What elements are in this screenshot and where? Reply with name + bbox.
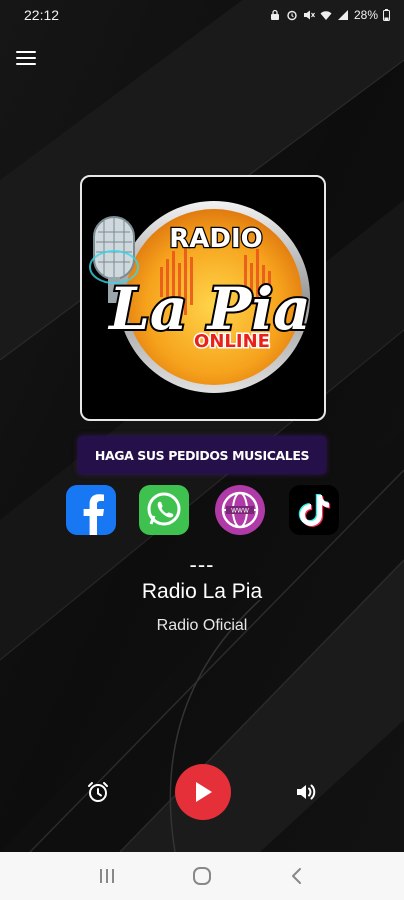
recent-apps-icon[interactable] (87, 856, 127, 896)
menu-bar-line (16, 63, 36, 65)
wifi-icon (320, 11, 332, 20)
status-icons: 28% (269, 8, 390, 22)
globe-icon[interactable]: WWW (215, 485, 265, 535)
logo-online-text: ONLINE (194, 331, 270, 352)
facebook-icon[interactable] (66, 485, 116, 535)
logo-art: RADIO La Pia ONLINE (89, 201, 313, 393)
system-nav-bar (0, 852, 404, 900)
menu-bar-line (16, 57, 36, 59)
station-logo: RADIO La Pia ONLINE (80, 175, 326, 421)
back-icon[interactable] (277, 856, 317, 896)
play-icon (196, 782, 212, 802)
tiktok-icon[interactable] (289, 485, 339, 535)
menu-bar-line (16, 51, 36, 53)
whatsapp-icon[interactable] (139, 485, 189, 535)
play-button[interactable] (175, 764, 231, 820)
alarm-clock-icon[interactable] (84, 778, 112, 806)
app-screen: 22:12 28% RADIO La Pia ONLINE HAGA SUS P… (0, 0, 404, 900)
station-subtitle: Radio Oficial (156, 617, 248, 634)
logo-radio-text: RADIO (169, 224, 263, 254)
hamburger-menu-icon[interactable] (16, 47, 40, 69)
background-art (0, 0, 404, 852)
status-time: 22:12 (24, 7, 60, 23)
signal-icon (337, 10, 348, 20)
mute-icon (303, 10, 315, 20)
track-title: --- (189, 552, 215, 577)
volume-icon[interactable] (292, 778, 320, 806)
status-bar: 22:12 28% (0, 0, 404, 30)
battery-percent: 28% (353, 8, 378, 22)
home-icon[interactable] (182, 856, 222, 896)
battery-icon (383, 9, 390, 21)
alarm-icon (287, 10, 297, 21)
svg-text:WWW: WWW (231, 508, 249, 515)
song-request-banner[interactable]: HAGA SUS PEDIDOS MUSICALES (78, 436, 326, 474)
station-name: Radio La Pia (141, 580, 263, 603)
lock-icon (270, 9, 279, 20)
